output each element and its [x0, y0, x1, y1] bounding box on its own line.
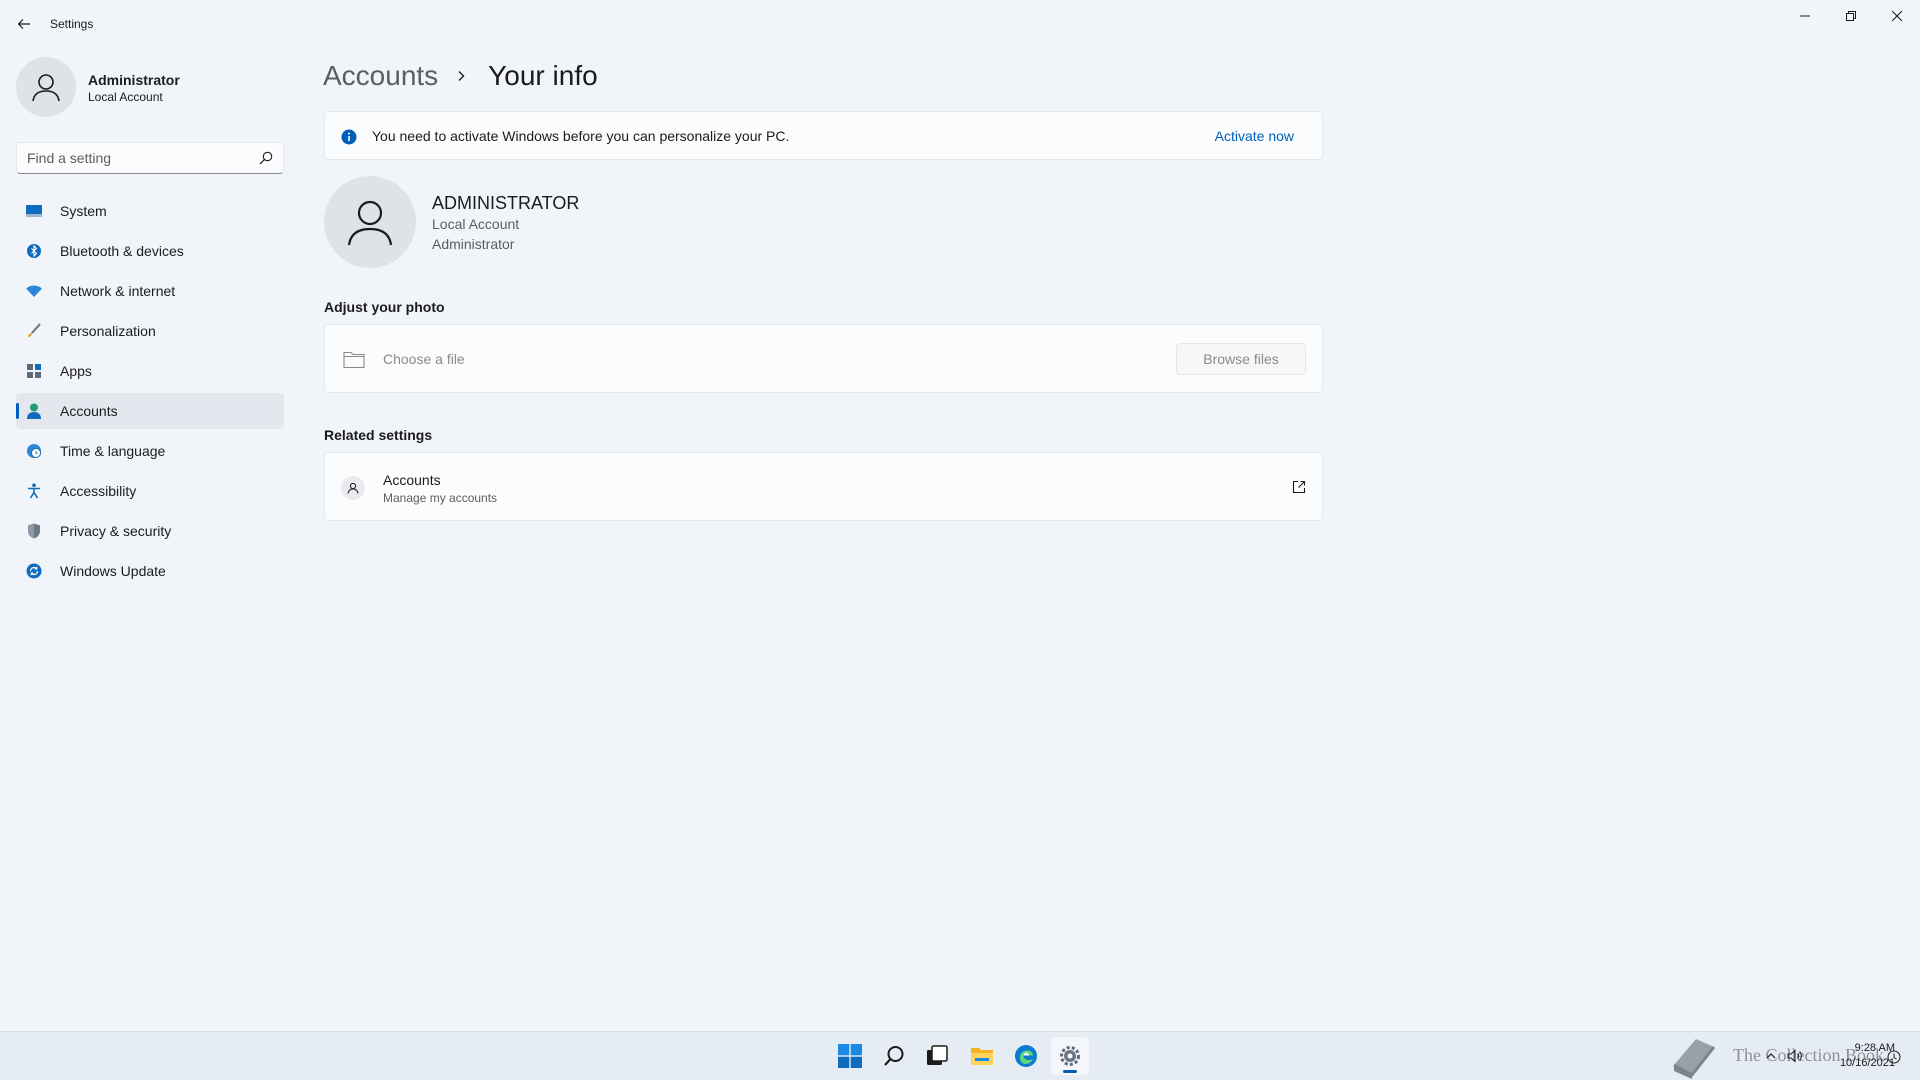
- shield-icon: [26, 523, 42, 539]
- related-accounts-item[interactable]: Accounts Manage my accounts: [324, 452, 1323, 521]
- adjust-photo-card: Choose a file Browse files: [324, 324, 1323, 393]
- file-explorer-button[interactable]: [963, 1037, 1001, 1075]
- user-name: ADMINISTRATOR: [432, 193, 580, 213]
- file-explorer-icon: [971, 1048, 993, 1065]
- sidebar-item-label: Personalization: [60, 323, 156, 339]
- breadcrumb-parent[interactable]: Accounts: [323, 60, 438, 92]
- settings-taskbar-button[interactable]: [1051, 1037, 1089, 1075]
- user-role: Administrator: [432, 236, 515, 252]
- user-account-type: Local Account: [432, 216, 520, 232]
- book-logo-icon: [1673, 1039, 1716, 1079]
- volume-icon[interactable]: [1787, 1049, 1803, 1063]
- system-clock[interactable]: 9:28 AM 10/16/2021: [1815, 1041, 1895, 1071]
- accessibility-icon: [26, 483, 42, 499]
- search-icon: [884, 1046, 904, 1066]
- person-icon: [347, 200, 393, 246]
- search-icon[interactable]: [259, 151, 273, 165]
- profile-name: Administrator: [88, 72, 180, 88]
- breadcrumb: Accounts Your info: [323, 56, 598, 96]
- open-external-icon: [1292, 480, 1306, 494]
- sidebar-item-time-language[interactable]: Time & language: [16, 433, 284, 469]
- sidebar-item-accounts[interactable]: Accounts: [16, 393, 284, 429]
- clock-date: 10/16/2021: [1839, 1057, 1895, 1069]
- chevron-right-icon: [454, 69, 468, 83]
- sidebar-item-label: Network & internet: [60, 283, 176, 299]
- sidebar-nav: System Bluetooth & devices Network & int…: [16, 193, 284, 593]
- person-icon: [26, 403, 42, 419]
- related-item-subtitle: Manage my accounts: [383, 491, 498, 505]
- sidebar-item-system[interactable]: System: [16, 193, 284, 229]
- sidebar-item-apps[interactable]: Apps: [16, 353, 284, 389]
- wifi-icon: [26, 283, 42, 299]
- person-icon: [32, 74, 60, 102]
- system-icon: [26, 203, 42, 219]
- brush-icon: [26, 323, 42, 339]
- sidebar-item-label: System: [60, 203, 107, 219]
- globe-clock-icon: [26, 443, 42, 459]
- apps-icon: [26, 363, 42, 379]
- bluetooth-icon: [26, 243, 42, 259]
- sidebar-item-label: Privacy & security: [60, 523, 172, 539]
- sidebar-item-label: Time & language: [60, 443, 166, 459]
- restore-button[interactable]: [1828, 0, 1874, 32]
- edge-button[interactable]: [1007, 1037, 1045, 1075]
- sidebar-item-personalization[interactable]: Personalization: [16, 313, 284, 349]
- edge-icon: [1015, 1045, 1037, 1067]
- restore-icon: [1846, 11, 1856, 21]
- search-input[interactable]: [27, 143, 247, 173]
- minimize-button[interactable]: [1782, 0, 1828, 32]
- browse-files-button[interactable]: Browse files: [1176, 343, 1306, 375]
- back-arrow-icon: [17, 19, 30, 29]
- sidebar-item-label: Accessibility: [60, 483, 137, 499]
- profile-avatar[interactable]: [16, 57, 76, 117]
- task-view-button[interactable]: [918, 1037, 956, 1075]
- section-title-adjust-photo: Adjust your photo: [324, 299, 445, 315]
- sidebar-item-label: Bluetooth & devices: [60, 243, 184, 259]
- person-icon: [341, 476, 365, 500]
- sidebar-item-windows-update[interactable]: Windows Update: [16, 553, 284, 589]
- sidebar-item-privacy[interactable]: Privacy & security: [16, 513, 284, 549]
- start-button[interactable]: [831, 1037, 869, 1075]
- settings-window: Settings Administrator Local Account Sys…: [0, 0, 1920, 1031]
- sidebar-item-accessibility[interactable]: Accessibility: [16, 473, 284, 509]
- activate-now-link[interactable]: Activate now: [1215, 128, 1294, 144]
- section-title-related-settings: Related settings: [324, 427, 433, 443]
- notification-icon[interactable]: [1887, 1050, 1901, 1064]
- search-box[interactable]: [16, 142, 284, 174]
- user-avatar: [324, 176, 416, 268]
- sidebar-item-label: Accounts: [60, 403, 118, 419]
- back-button[interactable]: [12, 12, 36, 36]
- info-icon: [341, 129, 357, 145]
- page-title: Your info: [488, 60, 598, 91]
- banner-text: You need to activate Windows before you …: [372, 128, 790, 144]
- sidebar-item-bluetooth[interactable]: Bluetooth & devices: [16, 233, 284, 269]
- minimize-icon: [1800, 15, 1810, 17]
- task-view-icon: [927, 1045, 948, 1065]
- chevron-up-icon[interactable]: [1765, 1050, 1777, 1062]
- taskbar-search-button[interactable]: [875, 1037, 913, 1075]
- sidebar-item-network[interactable]: Network & internet: [16, 273, 284, 309]
- sidebar-item-label: Windows Update: [60, 563, 166, 579]
- settings-icon: [1060, 1046, 1080, 1066]
- profile-account-type: Local Account: [88, 90, 163, 104]
- folder-icon: [343, 351, 365, 369]
- update-icon: [26, 563, 42, 579]
- activation-banner: You need to activate Windows before you …: [324, 111, 1323, 160]
- related-item-title: Accounts: [383, 472, 441, 488]
- taskbar: The Collection Book 9:28 AM 10/16/2021: [0, 1031, 1920, 1080]
- close-icon: [1892, 11, 1902, 21]
- start-icon: [838, 1044, 862, 1068]
- sidebar-item-label: Apps: [60, 363, 92, 379]
- choose-file-label: Choose a file: [383, 351, 465, 367]
- clock-time: 9:28 AM: [1854, 1042, 1895, 1054]
- app-title: Settings: [50, 17, 94, 31]
- close-button[interactable]: [1874, 0, 1920, 32]
- title-bar: Settings: [0, 0, 1920, 48]
